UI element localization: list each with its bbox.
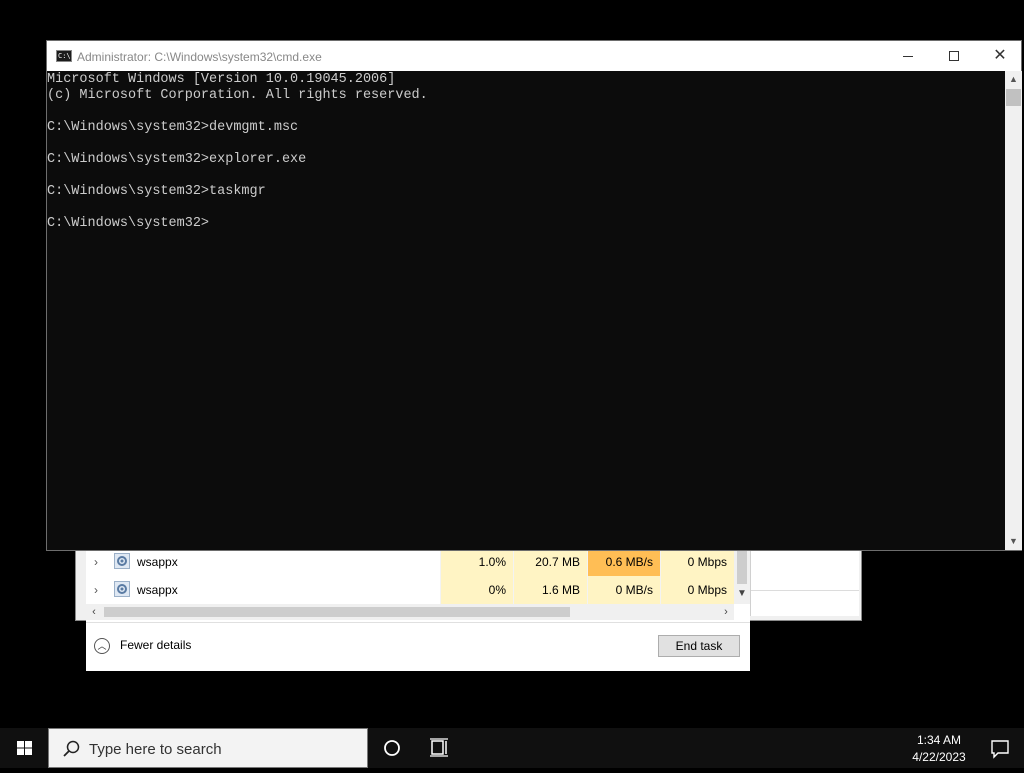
console-line: (c) Microsoft Corporation. All rights re… [47, 88, 428, 103]
maximize-button[interactable] [931, 41, 977, 71]
cpu-value: 0% [440, 576, 513, 604]
clock-time: 1:34 AM [916, 733, 962, 747]
table-row[interactable]: › wsappx 0% 1.6 MB 0 MB/s 0 Mbps [86, 576, 734, 604]
gear-icon [114, 553, 130, 569]
minimize-button[interactable] [885, 41, 931, 71]
network-value: 0 Mbps [660, 548, 734, 576]
cortana-icon [384, 740, 400, 756]
start-button[interactable] [0, 728, 48, 768]
fewer-details-link[interactable]: Fewer details [120, 638, 191, 652]
scrollbar-thumb[interactable] [104, 607, 570, 617]
scroll-right-arrow-icon[interactable]: › [718, 604, 734, 620]
cpu-value: 1.0% [440, 548, 513, 576]
process-list-horizontal-scrollbar[interactable]: ‹ › [86, 604, 734, 620]
process-name: wsappx [137, 583, 178, 597]
console-line: C:\Windows\system32>devmgmt.msc [47, 120, 299, 135]
expand-chevron-icon[interactable]: › [94, 555, 104, 569]
memory-value: 20.7 MB [513, 548, 587, 576]
taskbar-clock[interactable]: 1:34 AM 4/22/2023 [896, 732, 982, 766]
maximize-icon [949, 51, 959, 61]
disk-value: 0 MB/s [587, 576, 660, 604]
process-list-vertical-scrollbar[interactable]: ▼ [734, 548, 750, 604]
action-center-button[interactable] [976, 728, 1024, 768]
console-prompt-line: C:\Windows\system32> [47, 216, 210, 231]
disk-value: 0.6 MB/s [587, 548, 660, 576]
cortana-button[interactable] [368, 728, 416, 768]
cmd-app-icon: C:\ [56, 50, 72, 62]
taskbar-search-box[interactable]: Type here to search [48, 728, 368, 768]
close-button[interactable]: ✕ [977, 41, 1023, 71]
chevron-up-circle-icon[interactable]: ︿ [94, 638, 110, 654]
scrollbar-thumb[interactable] [737, 548, 747, 584]
cmd-vertical-scrollbar[interactable]: ▲ ▼ [1005, 71, 1022, 550]
notification-icon [991, 740, 1009, 759]
network-value: 0 Mbps [660, 576, 734, 604]
clock-date: 4/22/2023 [912, 750, 966, 764]
task-manager-process-panel: › wsappx 1.0% 20.7 MB 0.6 MB/s 0 Mbps › … [86, 548, 750, 671]
cmd-title-bar[interactable]: C:\ Administrator: C:\Windows\system32\c… [47, 41, 1021, 71]
console-line: Microsoft Windows [Version 10.0.19045.20… [47, 72, 396, 87]
gear-icon [114, 581, 130, 597]
console-output[interactable]: Microsoft Windows [Version 10.0.19045.20… [47, 71, 1005, 550]
console-line: C:\Windows\system32>taskmgr [47, 184, 266, 199]
scroll-down-arrow-icon[interactable]: ▼ [734, 586, 750, 602]
search-placeholder: Type here to search [89, 741, 222, 758]
window-title: Administrator: C:\Windows\system32\cmd.e… [77, 50, 322, 64]
memory-value: 1.6 MB [513, 576, 587, 604]
end-task-button[interactable]: End task [658, 635, 740, 657]
search-icon [63, 740, 80, 757]
cmd-window[interactable]: C:\ Administrator: C:\Windows\system32\c… [46, 40, 1022, 551]
expand-chevron-icon[interactable]: › [94, 583, 104, 597]
minimize-icon [903, 56, 913, 57]
scrollbar-thumb[interactable] [1006, 89, 1021, 106]
scroll-left-arrow-icon[interactable]: ‹ [86, 604, 102, 620]
scroll-down-arrow-icon[interactable]: ▼ [1005, 533, 1022, 550]
table-row[interactable]: › wsappx 1.0% 20.7 MB 0.6 MB/s 0 Mbps [86, 548, 734, 576]
taskbar: Type here to search 1:34 AM 4/22/2023 [0, 728, 1024, 768]
process-name: wsappx [137, 555, 178, 569]
windows-start-icon [17, 741, 32, 755]
console-line: C:\Windows\system32>explorer.exe [47, 152, 307, 167]
task-view-button[interactable] [416, 728, 464, 768]
task-view-icon [430, 738, 448, 757]
task-manager-footer: ︿ Fewer details End task [86, 622, 750, 671]
task-manager-side-area [750, 548, 859, 616]
close-icon: ✕ [993, 47, 1007, 64]
scroll-up-arrow-icon[interactable]: ▲ [1005, 71, 1022, 88]
